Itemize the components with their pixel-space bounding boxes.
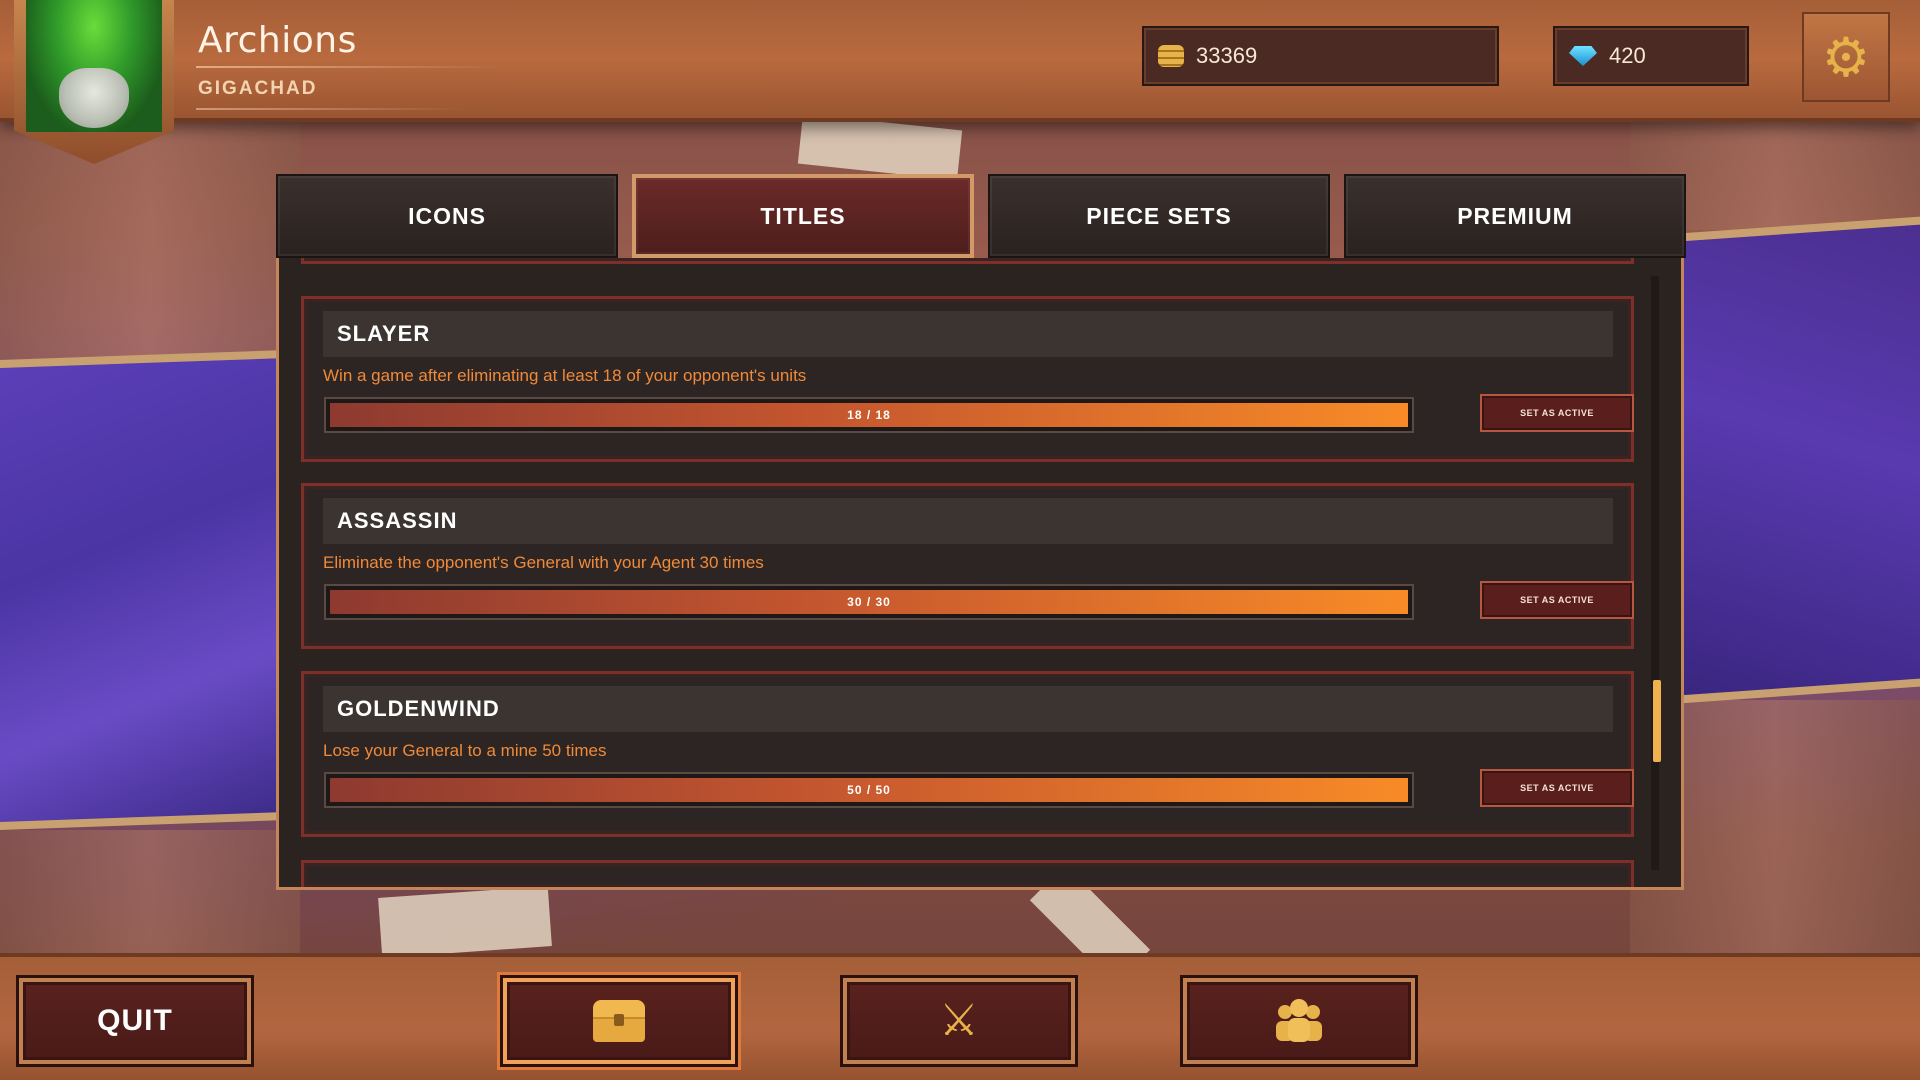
titles-panel: SLAYER Win a game after eliminating at l… bbox=[276, 258, 1684, 890]
title-name: ASSASSIN bbox=[323, 498, 1613, 544]
purple-cloth-left bbox=[0, 350, 285, 830]
quit-button[interactable]: QUIT bbox=[16, 975, 254, 1067]
shop-button[interactable] bbox=[500, 975, 738, 1067]
progress-bar: 30 / 30 bbox=[324, 584, 1414, 620]
people-icon bbox=[1276, 999, 1322, 1042]
title-name: GOLDENWIND bbox=[323, 686, 1613, 732]
background-paper bbox=[378, 886, 552, 958]
progress-bar: 50 / 50 bbox=[324, 772, 1414, 808]
divider bbox=[196, 108, 466, 110]
gear-icon: ⚙ bbox=[1821, 27, 1871, 88]
progress-text: 30 / 30 bbox=[847, 595, 891, 609]
background-paper bbox=[797, 113, 963, 181]
tab-premium[interactable]: PREMIUM bbox=[1344, 174, 1686, 258]
tab-label: TITLES bbox=[760, 202, 846, 229]
player-title: GIGACHAD bbox=[198, 78, 318, 99]
title-description: Win a game after eliminating at least 18… bbox=[323, 366, 807, 385]
title-description: Eliminate the opponent's General with yo… bbox=[323, 553, 764, 572]
bottom-bar: QUIT ⚔ bbox=[0, 953, 1920, 1080]
purple-cloth-right bbox=[1680, 216, 1920, 704]
player-name: Archions bbox=[198, 20, 357, 61]
divider bbox=[196, 66, 501, 68]
background-plank bbox=[0, 120, 300, 360]
progress-text: 18 / 18 bbox=[847, 408, 891, 422]
background-plank bbox=[0, 830, 300, 955]
avatar[interactable] bbox=[26, 0, 162, 132]
gold-amount: 33369 bbox=[1196, 43, 1258, 68]
coin-stack-icon bbox=[1158, 45, 1184, 67]
title-card-slayer: SLAYER Win a game after eliminating at l… bbox=[301, 296, 1634, 462]
tab-icons[interactable]: ICONS bbox=[276, 174, 618, 258]
title-description: Lose your General to a mine 50 times bbox=[323, 741, 607, 760]
tab-label: PREMIUM bbox=[1457, 202, 1573, 229]
title-name: SLAYER bbox=[323, 311, 1613, 357]
mushroom-character-icon bbox=[59, 68, 129, 128]
diamond-icon bbox=[1569, 46, 1597, 66]
scrollbar-track[interactable] bbox=[1651, 276, 1659, 870]
titles-list[interactable]: SLAYER Win a game after eliminating at l… bbox=[301, 258, 1647, 887]
tab-piece-sets[interactable]: PIECE SETS bbox=[988, 174, 1330, 258]
progress-text: 50 / 50 bbox=[847, 783, 891, 797]
tab-label: PIECE SETS bbox=[1086, 202, 1232, 229]
settings-button[interactable]: ⚙ bbox=[1802, 12, 1890, 102]
list-item-partial bbox=[301, 258, 1634, 264]
gem-counter: 420 bbox=[1553, 26, 1749, 86]
set-as-active-button[interactable]: SET AS ACTIVE bbox=[1480, 394, 1634, 432]
progress-bar: 18 / 18 bbox=[324, 397, 1414, 433]
gold-counter: 33369 bbox=[1142, 26, 1499, 86]
list-item-partial bbox=[301, 860, 1634, 887]
social-button[interactable] bbox=[1180, 975, 1418, 1067]
set-as-active-button[interactable]: SET AS ACTIVE bbox=[1480, 581, 1634, 619]
crossed-swords-icon: ⚔ bbox=[939, 996, 979, 1045]
tab-label: ICONS bbox=[408, 202, 486, 229]
quit-label: QUIT bbox=[97, 1004, 173, 1037]
chest-icon bbox=[593, 1000, 645, 1042]
gem-amount: 420 bbox=[1609, 43, 1646, 68]
scrollbar-thumb[interactable] bbox=[1653, 680, 1661, 762]
title-card-goldenwind: GOLDENWIND Lose your General to a mine 5… bbox=[301, 671, 1634, 837]
tab-titles[interactable]: TITLES bbox=[632, 174, 974, 258]
battle-button[interactable]: ⚔ bbox=[840, 975, 1078, 1067]
top-bar: Archions GIGACHAD 33369 420 ⚙ bbox=[0, 0, 1920, 164]
set-as-active-button[interactable]: SET AS ACTIVE bbox=[1480, 769, 1634, 807]
title-card-assassin: ASSASSIN Eliminate the opponent's Genera… bbox=[301, 483, 1634, 649]
tab-bar: ICONS TITLES PIECE SETS PREMIUM bbox=[276, 174, 1688, 260]
